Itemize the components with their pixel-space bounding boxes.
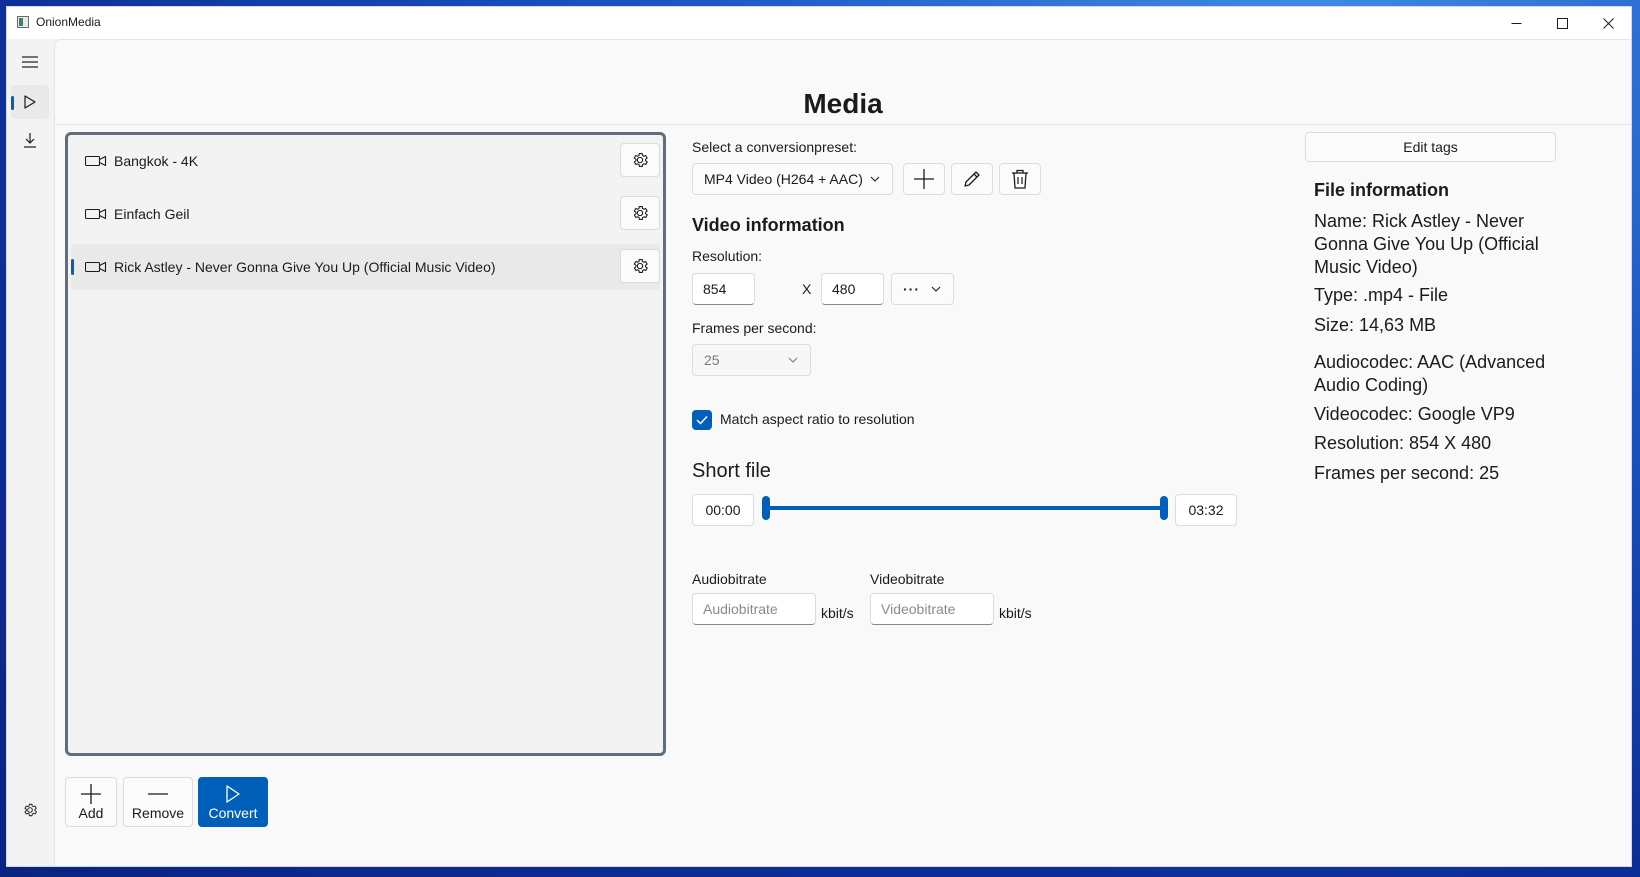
gear-icon <box>633 153 648 167</box>
resolution-width-input[interactable] <box>692 273 755 305</box>
resolution-label: Resolution: <box>692 248 763 264</box>
navigation-pane <box>7 39 54 866</box>
list-item[interactable]: Einfach Geil <box>71 191 660 237</box>
nav-item-media[interactable] <box>11 85 49 119</box>
chevron-down-icon <box>788 357 798 363</box>
video-camera-icon <box>85 208 107 220</box>
header-divider <box>55 124 1631 125</box>
file-type: Type: .mp4 - File <box>1314 285 1449 305</box>
gear-icon <box>24 803 37 817</box>
play-icon <box>24 95 36 109</box>
trim-end-time[interactable]: 03:32 <box>1175 494 1237 526</box>
videocodec: Videocodec: Google VP9 <box>1314 404 1515 424</box>
chevron-down-icon <box>870 176 880 182</box>
add-button-label: Add <box>78 805 104 821</box>
more-options-icon: ··· <box>903 281 920 297</box>
chevron-down-icon <box>931 286 941 292</box>
file-size: Size: 14,63 MB <box>1314 315 1437 335</box>
remove-button-label: Remove <box>131 805 185 821</box>
title-bar: OnionMedia <box>7 7 1631 39</box>
media-item-settings-button[interactable] <box>620 196 660 230</box>
video-camera-icon <box>85 261 107 273</box>
file-resolution: Resolution: 854 X 480 <box>1314 433 1492 453</box>
audiocodec: Audiocodec: AAC (Advanced Audio Coding) <box>1314 352 1546 395</box>
nav-selection-indicator <box>11 96 14 110</box>
match-aspect-checkbox[interactable] <box>692 410 712 430</box>
nav-item-downloads[interactable] <box>11 123 49 157</box>
app-icon <box>17 16 29 28</box>
convert-button[interactable]: Convert <box>198 777 268 827</box>
fps-dropdown[interactable]: 25 <box>692 344 811 376</box>
checkmark-icon <box>696 415 708 425</box>
list-item[interactable]: Bangkok - 4K <box>71 138 660 184</box>
minimize-button[interactable] <box>1493 7 1539 39</box>
file-fps: Frames per second: 25 <box>1314 463 1500 483</box>
trim-end-handle[interactable] <box>1160 496 1168 520</box>
media-item-settings-button[interactable] <box>620 249 660 283</box>
minimize-icon <box>1511 22 1521 24</box>
media-item-label: Bangkok - 4K <box>114 153 199 169</box>
fps-selected-value: 25 <box>704 352 720 368</box>
trim-start-time[interactable]: 00:00 <box>692 494 754 526</box>
remove-button[interactable]: Remove <box>123 777 193 827</box>
fps-label: Frames per second: <box>692 320 817 336</box>
file-information-heading: File information <box>1314 180 1449 200</box>
resolution-presets-dropdown[interactable]: ··· <box>891 273 954 305</box>
resolution-height-input[interactable] <box>821 273 884 305</box>
short-file-heading: Short file <box>692 460 771 482</box>
add-button[interactable]: Add <box>65 777 117 827</box>
videobitrate-unit: kbit/s <box>999 605 1032 621</box>
file-name: Name: Rick Astley - Never Gonna Give You… <box>1314 211 1539 277</box>
selection-indicator <box>71 259 74 275</box>
maximize-button[interactable] <box>1539 7 1585 39</box>
preset-selected-value: MP4 Video (H264 + AAC) <box>704 171 863 187</box>
audiobitrate-input[interactable] <box>692 593 816 625</box>
gear-icon <box>633 206 648 220</box>
trash-icon <box>1012 169 1028 189</box>
media-item-settings-button[interactable] <box>620 143 660 177</box>
convert-button-label: Convert <box>208 805 258 821</box>
gear-icon <box>633 259 648 273</box>
close-icon <box>1602 17 1614 29</box>
audiobitrate-label: Audiobitrate <box>692 571 767 587</box>
list-item[interactable]: Rick Astley - Never Gonna Give You Up (O… <box>71 244 660 290</box>
trim-start-handle[interactable] <box>762 496 770 520</box>
plus-icon <box>81 784 101 804</box>
trim-range-track <box>766 506 1164 510</box>
close-button[interactable] <box>1585 7 1631 39</box>
videobitrate-label: Videobitrate <box>870 571 945 587</box>
edit-preset-button[interactable] <box>951 163 993 195</box>
match-aspect-label: Match aspect ratio to resolution <box>720 411 915 427</box>
preset-label: Select a conversionpreset: <box>692 139 857 155</box>
preset-dropdown[interactable]: MP4 Video (H264 + AAC) <box>692 163 893 195</box>
plus-icon <box>914 169 934 189</box>
media-list[interactable]: Bangkok - 4K Einfach Geil Rick Astley - … <box>65 132 666 756</box>
window-title: OnionMedia <box>36 15 101 29</box>
resolution-separator: X <box>802 281 812 297</box>
video-information-heading: Video information <box>692 215 845 235</box>
add-preset-button[interactable] <box>903 163 945 195</box>
play-icon <box>226 785 240 803</box>
nav-item-settings[interactable] <box>11 793 49 827</box>
hamburger-menu-button[interactable] <box>11 45 49 79</box>
hamburger-icon <box>22 56 38 68</box>
edit-tags-button[interactable]: Edit tags <box>1305 132 1556 162</box>
maximize-icon <box>1556 17 1568 29</box>
delete-preset-button[interactable] <box>999 163 1041 195</box>
media-item-label: Rick Astley - Never Gonna Give You Up (O… <box>114 259 496 275</box>
main-content: Media Bangkok - 4K Einfach Geil Rick Ast… <box>54 39 1631 866</box>
video-camera-icon <box>85 155 107 167</box>
audiobitrate-unit: kbit/s <box>821 605 854 621</box>
app-window: OnionMedia Media Bangkok - 4K Einfach Ge… <box>6 6 1632 867</box>
media-item-label: Einfach Geil <box>114 206 190 222</box>
videobitrate-input[interactable] <box>870 593 994 625</box>
page-title: Media <box>803 88 883 119</box>
pencil-icon <box>964 171 980 187</box>
download-icon <box>24 133 36 148</box>
minus-icon <box>148 793 168 795</box>
